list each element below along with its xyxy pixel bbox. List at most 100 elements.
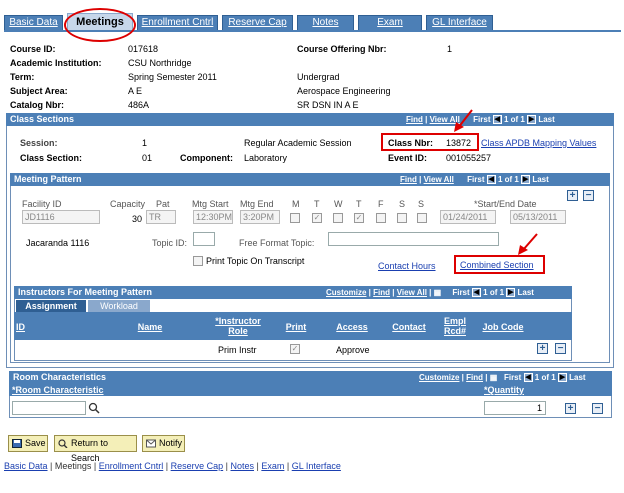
col-name[interactable]: Name — [120, 322, 180, 332]
remove-row-icon[interactable]: − — [592, 403, 603, 414]
notify-button[interactable]: Notify — [142, 435, 185, 452]
footer-link-basic-data[interactable]: Basic Data — [4, 461, 48, 471]
find-link[interactable]: Find — [373, 288, 390, 297]
tab-label: GL Interface — [432, 17, 487, 28]
view-all-link[interactable]: View All — [424, 175, 454, 184]
col-access[interactable]: Access — [328, 322, 376, 332]
add-row-icon[interactable]: + — [567, 190, 578, 201]
tab-label: Exam — [377, 17, 403, 28]
grid-icon[interactable]: ▦ — [490, 373, 498, 382]
day-su-checkbox[interactable] — [417, 213, 427, 223]
event-id-label: Event ID: — [388, 153, 428, 163]
prev-arrow-icon[interactable]: ◀ — [492, 115, 502, 125]
tab-label: Workload — [100, 301, 138, 311]
end-date-input[interactable]: 05/13/2011 — [510, 210, 566, 224]
tab-reserve-cap[interactable]: Reserve Cap — [222, 15, 293, 30]
free-topic-input[interactable] — [328, 232, 499, 246]
col-instructor-role[interactable]: *Instructor Role — [210, 316, 266, 336]
tab-workload[interactable]: Workload — [88, 300, 150, 312]
tab-basic-data[interactable]: Basic Data — [4, 15, 63, 30]
footer-link-exam[interactable]: Exam — [261, 461, 284, 471]
mtg-end-input[interactable]: 3:20PM — [240, 210, 280, 224]
tab-enrollment-cntrl[interactable]: Enrollment Cntrl — [137, 15, 218, 30]
add-row-icon[interactable]: + — [565, 403, 576, 414]
prev-arrow-icon[interactable]: ◀ — [486, 175, 496, 185]
career-value: Undergrad — [297, 72, 340, 82]
print-topic-checkbox[interactable] — [193, 256, 203, 266]
day-w-checkbox[interactable] — [333, 213, 343, 223]
class-sections-title: Class Sections — [10, 114, 75, 124]
next-arrow-icon[interactable]: ▶ — [506, 288, 516, 298]
apdb-mapping-link[interactable]: Class APDB Mapping Values — [481, 138, 596, 148]
facility-id-input[interactable]: JD1116 — [22, 210, 100, 224]
day-s-label: S — [399, 199, 406, 209]
tab-exam[interactable]: Exam — [358, 15, 422, 30]
day-m-checkbox[interactable] — [290, 213, 300, 223]
tab-assignment[interactable]: Assignment — [16, 300, 86, 312]
customize-link[interactable]: Customize — [326, 288, 366, 297]
meeting-pattern-header: Meeting Pattern Find | View All First ◀ … — [10, 173, 610, 186]
contact-hours-link[interactable]: Contact Hours — [378, 261, 436, 271]
first-label: First — [452, 288, 470, 297]
day-th-checkbox[interactable]: ✓ — [354, 213, 364, 223]
first-label: First — [467, 175, 485, 184]
footer-link-notes[interactable]: Notes — [231, 461, 255, 471]
add-row-icon[interactable]: + — [537, 343, 548, 354]
day-t-checkbox[interactable]: ✓ — [312, 213, 322, 223]
footer-link-gl-interface[interactable]: GL Interface — [292, 461, 341, 471]
tab-label: Reserve Cap — [228, 17, 287, 28]
quantity-input[interactable]: 1 — [484, 401, 546, 415]
topic-id-label: Topic ID: — [152, 238, 188, 248]
next-arrow-icon[interactable]: ▶ — [521, 175, 531, 185]
col-print[interactable]: Print — [278, 322, 314, 332]
catalog-value: 486A — [128, 100, 150, 110]
prev-arrow-icon[interactable]: ◀ — [471, 288, 481, 298]
col-id[interactable]: ID — [16, 322, 36, 332]
footer-link-reserve-cap[interactable]: Reserve Cap — [171, 461, 224, 471]
day-f-checkbox[interactable] — [376, 213, 386, 223]
find-link[interactable]: Find — [466, 373, 483, 382]
room-title: Room Characteristics — [13, 372, 107, 382]
day-s-checkbox[interactable] — [397, 213, 407, 223]
tab-notes[interactable]: Notes — [297, 15, 354, 30]
col-empl-rcd[interactable]: Empl Rcd# — [440, 316, 470, 336]
col-room-characteristic[interactable]: *Room Characteristic — [12, 385, 112, 395]
footer-link-enrollment-cntrl[interactable]: Enrollment Cntrl — [99, 461, 164, 471]
return-to-search-button[interactable]: Return to Search — [54, 435, 137, 463]
save-button[interactable]: Save — [8, 435, 48, 452]
instructors-header: Instructors For Meeting Pattern Customiz… — [14, 286, 572, 299]
class-section-label: Class Section: — [20, 153, 83, 163]
search-icon[interactable] — [88, 402, 100, 414]
day-m-label: M — [292, 199, 300, 209]
course-id-value: 017618 — [128, 44, 159, 54]
course-offering-label: Course Offering Nbr: — [297, 44, 387, 54]
col-quantity[interactable]: *Quantity — [484, 385, 544, 395]
remove-row-icon[interactable]: − — [583, 190, 594, 201]
col-job-code[interactable]: Job Code — [478, 322, 528, 332]
topic-id-input[interactable] — [193, 232, 215, 246]
combined-section-link[interactable]: Combined Section — [460, 260, 534, 270]
class-sections-header: Class Sections Find | View All First ◀ 1… — [6, 113, 614, 126]
row-position: 1 of 1 — [534, 373, 556, 382]
prev-arrow-icon[interactable]: ◀ — [523, 373, 533, 383]
print-checkbox[interactable]: ✓ — [290, 344, 300, 354]
class-section-value: 01 — [142, 153, 153, 163]
mtg-start-input[interactable]: 12:30PM — [193, 210, 233, 224]
find-link[interactable]: Find — [406, 115, 423, 124]
pattern-input[interactable]: TR — [146, 210, 176, 224]
remove-row-icon[interactable]: − — [555, 343, 566, 354]
capacity-col-label: Capacity — [110, 199, 146, 209]
start-date-input[interactable]: 01/24/2011 — [440, 210, 496, 224]
customize-link[interactable]: Customize — [419, 373, 459, 382]
red-highlight-box — [381, 133, 479, 151]
grid-icon[interactable]: ▦ — [434, 288, 442, 297]
find-link[interactable]: Find — [400, 175, 417, 184]
tab-gl-interface[interactable]: GL Interface — [426, 15, 493, 30]
next-arrow-icon[interactable]: ▶ — [527, 115, 537, 125]
next-arrow-icon[interactable]: ▶ — [557, 373, 567, 383]
notify-icon — [146, 439, 156, 448]
access-value: Approve — [336, 345, 370, 355]
col-contact[interactable]: Contact — [386, 322, 432, 332]
view-all-link[interactable]: View All — [397, 288, 427, 297]
room-characteristic-input[interactable] — [12, 401, 86, 415]
